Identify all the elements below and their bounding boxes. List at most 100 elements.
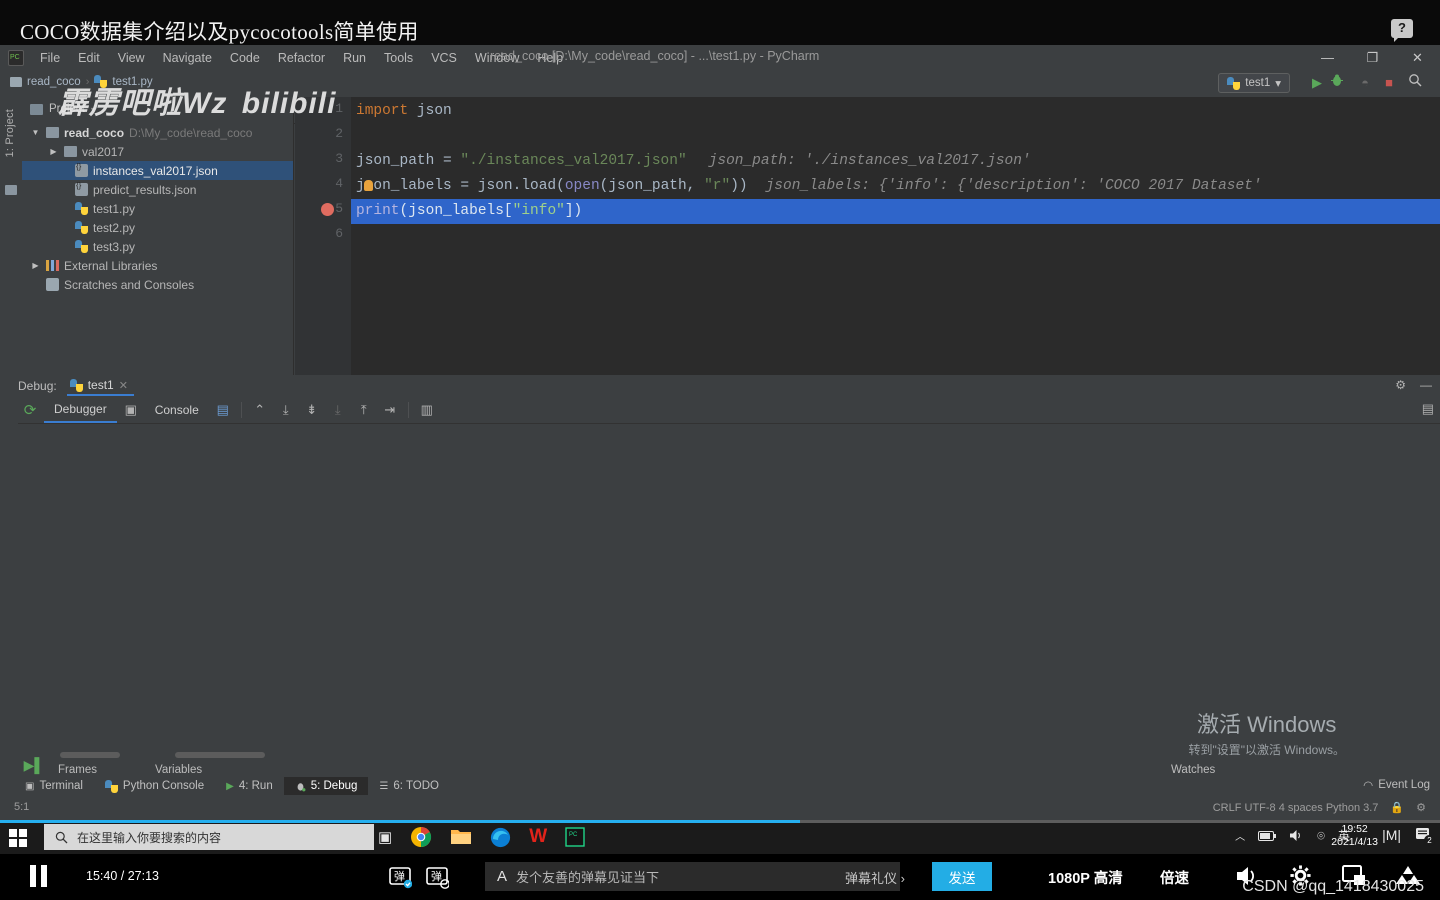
code-token: ]) bbox=[564, 203, 583, 219]
code-editor[interactable]: 1 2 3 4 5 6 import json json_path = "./i… bbox=[295, 97, 1440, 400]
evaluate-expression-icon[interactable]: ▥ bbox=[415, 399, 439, 421]
breadcrumb-read-coco[interactable]: read_coco bbox=[27, 76, 81, 88]
hide-icon[interactable]: — bbox=[1420, 378, 1432, 392]
wifi-icon[interactable]: ⌾ bbox=[1317, 828, 1325, 844]
debug-session-tab[interactable]: test1 ✕ bbox=[66, 376, 134, 396]
tool-window-python-console[interactable]: Python Console bbox=[94, 777, 215, 796]
tool-window-debug[interactable]: 5: Debug bbox=[283, 777, 369, 795]
resume-program-icon[interactable]: ▶▌ bbox=[21, 757, 47, 774]
tab-console[interactable]: Console bbox=[145, 399, 209, 422]
chevron-down-icon[interactable]: ▾ bbox=[91, 105, 95, 114]
help-icon[interactable]: ? bbox=[1391, 19, 1413, 42]
chrome-icon[interactable] bbox=[410, 826, 432, 848]
menu-item-file[interactable]: File bbox=[31, 48, 69, 68]
menu-item-code[interactable]: Code bbox=[221, 48, 269, 68]
send-button[interactable]: 发送 bbox=[932, 862, 992, 891]
event-log-button[interactable]: ◠ Event Log bbox=[1363, 778, 1430, 792]
editor-gutter[interactable]: 1 2 3 4 5 6 bbox=[295, 97, 351, 387]
step-over-icon[interactable]: ⤓ bbox=[274, 399, 298, 421]
settings-icon[interactable]: ▤ bbox=[1422, 401, 1434, 417]
pycharm-icon[interactable]: PC bbox=[565, 827, 586, 847]
wps-icon[interactable]: W bbox=[529, 826, 547, 848]
tree-item-external-libraries[interactable]: ▶ External Libraries bbox=[22, 256, 293, 275]
gear-icon[interactable]: ⚙ bbox=[1395, 378, 1406, 392]
variables-horizontal-scrollbar[interactable] bbox=[175, 752, 265, 758]
run-configuration-selector[interactable]: test1 ▾ bbox=[1218, 73, 1290, 93]
menu-item-vcs[interactable]: VCS bbox=[422, 48, 466, 68]
font-style-icon[interactable]: A bbox=[497, 868, 507, 885]
close-icon[interactable]: ✕ bbox=[119, 379, 128, 392]
editor-code-area[interactable]: import json json_path = "./instances_val… bbox=[351, 97, 1440, 387]
file-explorer-icon[interactable] bbox=[450, 827, 472, 847]
danmaku-settings-icon[interactable]: 弹 bbox=[425, 865, 449, 889]
minimize-button[interactable]: — bbox=[1305, 45, 1350, 70]
menu-item-refactor[interactable]: Refactor bbox=[269, 48, 334, 68]
intention-bulb-icon[interactable] bbox=[364, 180, 373, 191]
battery-icon[interactable] bbox=[1258, 830, 1277, 841]
tree-item-read-coco[interactable]: ▼ read_coco D:\My_code\read_coco bbox=[22, 123, 293, 142]
edge-icon[interactable] bbox=[490, 827, 511, 848]
debug-button[interactable] bbox=[1330, 73, 1352, 93]
tool-window-terminal[interactable]: ▣ Terminal bbox=[14, 777, 94, 795]
code-token: (json_path, bbox=[599, 178, 705, 194]
meeting-icon[interactable]: |M| bbox=[1382, 827, 1401, 843]
force-step-into-icon[interactable]: ⤓ bbox=[326, 399, 350, 421]
tree-item-instances-val2017-json[interactable]: instances_val2017.json bbox=[22, 161, 293, 180]
rerun-icon[interactable]: ⟳ bbox=[18, 399, 42, 421]
menu-item-view[interactable]: View bbox=[109, 48, 154, 68]
menu-item-edit[interactable]: Edit bbox=[69, 48, 109, 68]
run-icon: ▶ bbox=[226, 780, 234, 792]
show-execution-point-icon[interactable]: ⌃ bbox=[248, 399, 272, 421]
start-button[interactable] bbox=[8, 827, 28, 847]
stop-button[interactable]: ■ bbox=[1378, 73, 1400, 93]
danmaku-input[interactable]: A 发个友善的弹幕见证当下 bbox=[485, 862, 900, 891]
danmaku-on-icon[interactable]: 弹 bbox=[388, 865, 412, 889]
search-input[interactable]: 在这里输入你要搜索的内容 bbox=[44, 824, 374, 850]
taskbar-clock[interactable]: 19:52 2021/4/13 bbox=[1331, 823, 1378, 849]
tree-item-scratches-and-consoles[interactable]: Scratches and Consoles bbox=[22, 275, 293, 294]
tree-item-test2-py[interactable]: test2.py bbox=[22, 218, 293, 237]
tool-window-todo[interactable]: ☰ 6: TODO bbox=[368, 777, 450, 795]
coverage-button[interactable]: ◓ bbox=[1354, 73, 1376, 93]
breadcrumb-test1[interactable]: test1.py bbox=[112, 76, 152, 88]
lock-icon[interactable]: 🔒 bbox=[1390, 801, 1404, 814]
run-button[interactable]: ▶ bbox=[1306, 73, 1328, 93]
caret-position[interactable]: 5:1 bbox=[14, 801, 29, 813]
run-to-cursor-icon[interactable]: ⇥ bbox=[378, 399, 402, 421]
menu-item-tools[interactable]: Tools bbox=[375, 48, 422, 68]
clock-time: 19:52 bbox=[1341, 823, 1368, 835]
quality-selector[interactable]: 1080P 高清 bbox=[1048, 867, 1123, 888]
speed-selector[interactable]: 倍速 bbox=[1160, 867, 1189, 888]
tree-item-test1-py[interactable]: test1.py bbox=[22, 199, 293, 218]
tab-debugger[interactable]: Debugger bbox=[44, 398, 117, 423]
console-icon[interactable]: ▣ bbox=[119, 399, 143, 421]
step-out-icon[interactable]: ⤒ bbox=[352, 399, 376, 421]
inspection-icon[interactable]: ⚙ bbox=[1416, 801, 1426, 814]
volume-icon[interactable] bbox=[1289, 829, 1304, 842]
inline-debug-hint: json_labels: {'info': {'description': 'C… bbox=[765, 178, 1262, 194]
tree-item-test3-py[interactable]: test3.py bbox=[22, 237, 293, 256]
tool-window-run[interactable]: ▶ 4: Run bbox=[215, 777, 284, 795]
breakpoint-icon[interactable] bbox=[321, 203, 334, 216]
chevron-right-icon[interactable]: ▶ bbox=[30, 261, 41, 270]
step-into-icon[interactable]: ⇟ bbox=[300, 399, 324, 421]
search-icon[interactable] bbox=[1408, 73, 1430, 93]
menu-item-navigate[interactable]: Navigate bbox=[154, 48, 221, 68]
danmaku-etiquette-link[interactable]: 弹幕礼仪 › bbox=[845, 868, 905, 887]
chevron-right-icon[interactable]: ▶ bbox=[48, 147, 59, 156]
pause-button[interactable] bbox=[30, 865, 50, 887]
maximize-button[interactable]: ❐ bbox=[1350, 45, 1395, 70]
encoding-status[interactable]: CRLF UTF-8 4 spaces Python 3.7 bbox=[1213, 802, 1379, 814]
layout-icon[interactable]: ▤ bbox=[211, 399, 235, 421]
sidebar-item-project[interactable]: 1: Project bbox=[4, 109, 16, 157]
tree-item-predict-results-json[interactable]: predict_results.json bbox=[22, 180, 293, 199]
menu-item-run[interactable]: Run bbox=[334, 48, 375, 68]
danmaku-placeholder: 发个友善的弹幕见证当下 bbox=[516, 870, 660, 885]
task-view-icon[interactable]: ▣ bbox=[378, 828, 392, 846]
chevron-down-icon[interactable]: ▼ bbox=[30, 128, 41, 137]
close-button[interactable]: ✕ bbox=[1395, 45, 1440, 70]
notifications-icon[interactable]: 2 bbox=[1415, 827, 1435, 846]
frames-horizontal-scrollbar[interactable] bbox=[60, 752, 120, 758]
chevron-up-icon[interactable]: ︿ bbox=[1235, 828, 1245, 843]
tree-item-val2017[interactable]: ▶ val2017 bbox=[22, 142, 293, 161]
